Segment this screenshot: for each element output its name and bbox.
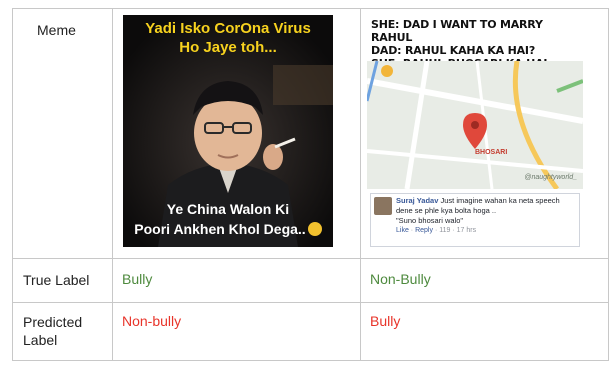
comment-reaction-count: 119 <box>439 227 451 234</box>
meme-1-top-caption-line-2: Ho Jaye toh... <box>179 39 277 56</box>
meme-2-comment: Suraj Yadav Just imagine wahan ka neta s… <box>370 193 580 247</box>
meme-2-image: SHE: DAD I WANT TO MARRY RAHUL DAD: RAHU… <box>367 15 583 247</box>
predicted-label-row: Predicted Label Non-bully Bully <box>12 302 609 361</box>
comment-like-link: Like <box>396 227 409 234</box>
predicted-label-header-cell: Predicted Label <box>12 302 113 361</box>
avatar <box>374 197 392 215</box>
map-place-label: BHOSARI <box>475 149 508 156</box>
true-label-cell-2: Non-Bully <box>360 258 609 303</box>
meme-1-bottom-caption: Ye China Walon Ki Poori Ankhen Khol Dega… <box>123 199 333 239</box>
meme-header-label: Meme <box>37 22 76 38</box>
meme-1-top-caption-line-1: Yadi Isko CorOna Virus <box>145 20 311 37</box>
true-label-value: Bully <box>122 271 153 287</box>
true-label-header: True Label <box>23 272 90 288</box>
meme-header-cell: Meme <box>12 8 113 259</box>
meme-1-bottom-caption-line-1: Ye China Walon Ki <box>166 201 290 217</box>
predicted-label-cell-1: Non-bully <box>112 302 361 361</box>
comment-body: Suraj Yadav Just imagine wahan ka neta s… <box>396 196 576 236</box>
grinning-emoji-icon <box>307 222 322 236</box>
predicted-label-value: Bully <box>370 313 401 329</box>
comment-quote: "Suno bhosari walo" <box>396 216 464 225</box>
comment-meta: Like · Reply · 119 · 17 hrs <box>396 227 477 234</box>
predicted-label-cell-2: Bully <box>360 302 609 361</box>
meme-2-map <box>367 60 583 191</box>
meme-1-bottom-caption-line-2: Poori Ankhen Khol Dega.. <box>134 221 306 237</box>
meme-2-line-2: DAD: RAHUL KAHA KA HAI? <box>371 44 536 57</box>
true-label-row: True Label Bully Non-Bully <box>12 258 609 303</box>
true-label-header-cell: True Label <box>12 258 113 303</box>
true-label-cell-1: Bully <box>112 258 361 303</box>
map-graphic <box>367 60 583 191</box>
comment-author: Suraj Yadav <box>396 196 439 205</box>
meme-1-cell: Yadi Isko CorOna Virus Ho Jaye toh... Ye… <box>112 8 361 259</box>
meme-2-line-1: SHE: DAD I WANT TO MARRY RAHUL <box>371 18 543 44</box>
meme-2-credit: @naughtyworld_ <box>524 174 577 181</box>
predicted-label-value: Non-bully <box>122 313 182 329</box>
true-label-value: Non-Bully <box>370 271 431 287</box>
predicted-label-header: Predicted Label <box>23 314 83 348</box>
meme-1-top-caption: Yadi Isko CorOna Virus Ho Jaye toh... <box>123 19 333 57</box>
meme-row: Meme Yadi Isko CorOna Virus Ho Jaye toh.… <box>12 8 609 259</box>
comment-time: 17 hrs <box>456 227 477 234</box>
comment-reply-link: Reply <box>415 227 433 234</box>
results-table: Meme Yadi Isko CorOna Virus Ho Jaye toh.… <box>12 8 609 361</box>
meme-2-cell: SHE: DAD I WANT TO MARRY RAHUL DAD: RAHU… <box>360 8 609 259</box>
meme-1-image: Yadi Isko CorOna Virus Ho Jaye toh... Ye… <box>123 15 333 247</box>
